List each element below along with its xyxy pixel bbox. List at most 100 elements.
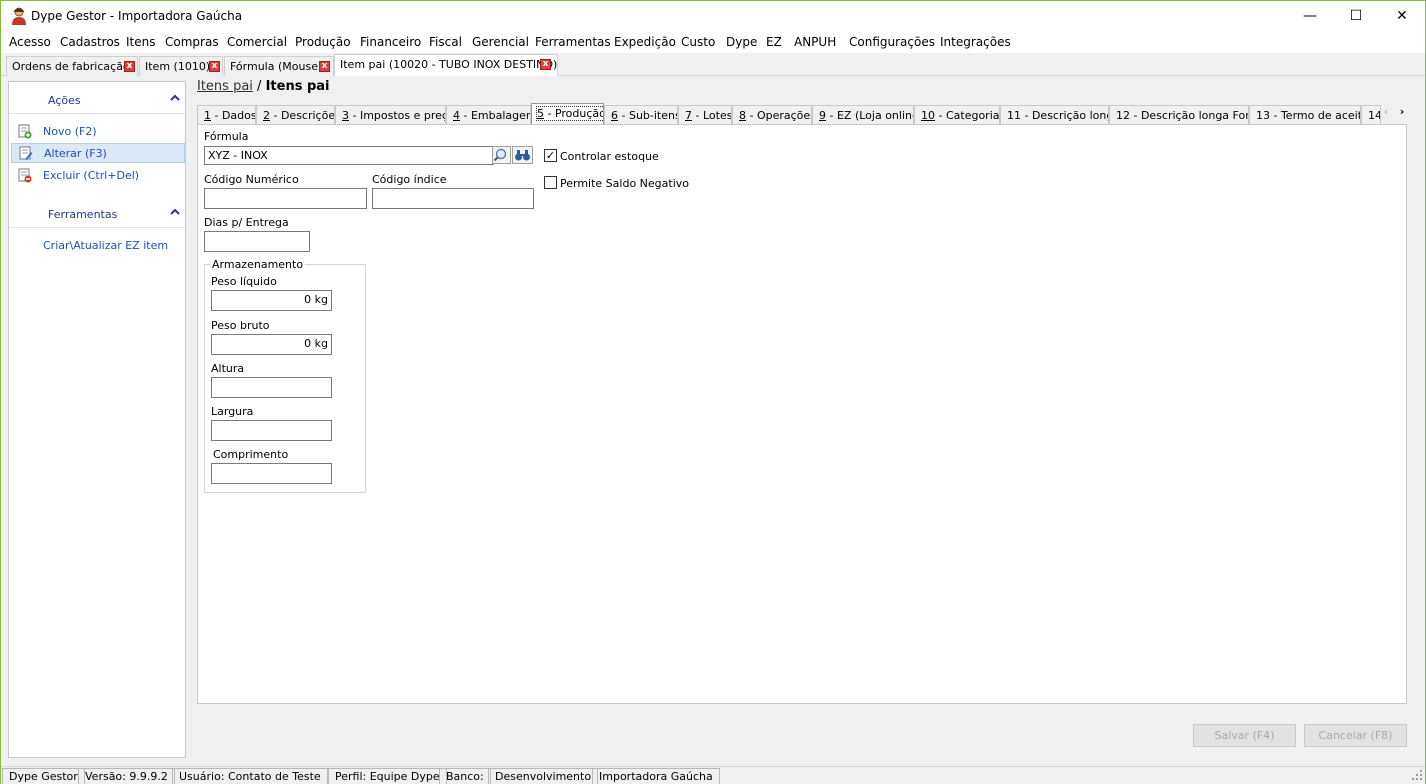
menu-cadastros[interactable]: Cadastros (60, 35, 120, 49)
tab-descricoes[interactable]: 2 - Descrições (256, 105, 335, 125)
tab-label: - Dados (211, 109, 256, 122)
menu-anpuh[interactable]: ANPUH (794, 35, 836, 49)
menu-comercial[interactable]: Comercial (227, 35, 287, 49)
formula-search-button[interactable] (492, 146, 511, 164)
menu-financeiro[interactable]: Financeiro (360, 35, 421, 49)
sidebar-item-novo[interactable]: Novo (F2) (11, 122, 185, 142)
menu-gerencial[interactable]: Gerencial (472, 35, 529, 49)
sidebar-item-label: Criar\Atualizar EZ item (43, 239, 169, 252)
save-button[interactable]: Salvar (F4) (1193, 724, 1296, 747)
tab-lotes[interactable]: 7 - Lotes (678, 105, 732, 125)
maximize-button[interactable]: ☐ (1333, 1, 1379, 31)
breadcrumb-link[interactable]: Itens pai (197, 79, 253, 94)
tab-descricao-longa[interactable]: 11 - Descrição longa (1000, 105, 1109, 125)
tab-producao[interactable]: 5 - Produção (531, 103, 604, 125)
chevron-up-icon[interactable] (169, 206, 181, 218)
controlar-estoque-checkbox[interactable]: ✓ (544, 149, 557, 162)
tab-ez-loja[interactable]: 9 - EZ (Loja online) (812, 105, 914, 125)
codigo-numerico-field[interactable] (204, 188, 367, 209)
codigo-indice-label: Código índice (372, 173, 447, 186)
menu-fiscal[interactable]: Fiscal (429, 35, 462, 49)
edit-doc-icon (19, 146, 33, 160)
tab-number: 5 (537, 107, 544, 120)
status-bar: Dype Gestor Versão: 9.9.9.2 Usuário: Con… (1, 766, 1425, 784)
menu-producao[interactable]: Produção (295, 35, 351, 49)
menu-itens[interactable]: Itens (126, 35, 155, 49)
cancel-button[interactable]: Cancelar (F8) (1304, 724, 1407, 747)
chevron-up-icon[interactable] (169, 92, 181, 104)
dias-entrega-label: Dias p/ Entrega (204, 216, 289, 229)
tab-label: - EZ (Loja online) (826, 109, 914, 122)
menu-compras[interactable]: Compras (165, 35, 219, 49)
peso-liquido-field[interactable]: 0 kg (211, 290, 332, 311)
ferramentas-header[interactable]: Ferramentas (9, 202, 185, 228)
codigo-numerico-label: Código Numérico (204, 173, 299, 186)
menu-configuracoes[interactable]: Configurações (849, 35, 935, 49)
tab-close-icon[interactable]: x (540, 59, 551, 70)
resize-grip-icon[interactable] (1411, 769, 1423, 781)
tab-operacoes[interactable]: 8 - Operações (732, 105, 812, 125)
permite-saldo-checkbox[interactable] (544, 176, 557, 189)
tab-scroll-left-icon[interactable]: ‹ (1379, 105, 1393, 119)
page-title: Itens pai (265, 79, 330, 94)
sidebar-item-excluir[interactable]: Excluir (Ctrl+Del) (11, 166, 185, 186)
tab-descricao-longa-fonte[interactable]: 12 - Descrição longa Fonte (1109, 105, 1249, 125)
ferramentas-header-label: Ferramentas (48, 208, 118, 221)
delete-doc-icon (18, 168, 32, 183)
peso-bruto-label: Peso bruto (211, 319, 270, 332)
codigo-indice-field[interactable] (372, 188, 534, 209)
menu-custo[interactable]: Custo (681, 35, 715, 49)
doc-tab-ordens[interactable]: Ordens de fabricação x (6, 56, 138, 76)
menu-expedicao[interactable]: Expedição (614, 35, 676, 49)
actions-sidebar: Ações Novo (F2) Alterar (F3) Excluir (Ct… (8, 81, 186, 758)
sidebar-item-alterar[interactable]: Alterar (F3) (11, 143, 185, 163)
tab-label: - Embalagens (460, 109, 531, 122)
largura-field[interactable] (211, 420, 332, 441)
tab-impostos[interactable]: 3 - Impostos e preço (335, 105, 446, 125)
peso-bruto-field[interactable]: 0 kg (211, 334, 332, 355)
comprimento-field[interactable] (211, 463, 332, 484)
tab-close-icon[interactable]: x (319, 61, 330, 72)
doc-tab-item-pai[interactable]: Item pai (10020 - TUBO INOX DESTINO) x (334, 54, 558, 76)
menu-integracoes[interactable]: Integrações (940, 35, 1011, 49)
tab-close-icon[interactable]: x (209, 61, 220, 72)
doc-tab-formula[interactable]: Fórmula (Mouse) x (224, 56, 334, 76)
tab-embalagens[interactable]: 4 - Embalagens (446, 105, 531, 125)
status-db-value: Desenvolvimento (488, 768, 599, 784)
menu-acesso[interactable]: Acesso (9, 35, 51, 49)
sidebar-item-criar-ez[interactable]: Criar\Atualizar EZ item (11, 236, 185, 256)
dias-entrega-field[interactable] (204, 231, 310, 252)
formula-binoculars-button[interactable] (512, 146, 533, 164)
formula-field[interactable]: XYZ - INOX (204, 146, 494, 165)
altura-field[interactable] (211, 377, 332, 398)
tab-label: - Sub-itens (618, 109, 678, 122)
tab-close-icon[interactable]: x (124, 61, 135, 72)
largura-label: Largura (211, 405, 254, 418)
status-company: Importadora Gaúcha (592, 768, 720, 784)
tab-scroll-right-icon[interactable]: › (1395, 105, 1409, 119)
tab-14[interactable]: 14 (1361, 105, 1381, 125)
altura-label: Altura (211, 362, 245, 375)
tab-sub-itens[interactable]: 6 - Sub-itens (604, 105, 678, 125)
production-panel (197, 124, 1407, 704)
doc-tab-label: Item pai (10020 - TUBO INOX DESTINO) (340, 58, 558, 71)
menu-ez[interactable]: EZ (766, 35, 782, 49)
app-window: Dype Gestor - Importadora Gaúcha — ☐ ✕ A… (0, 0, 1426, 784)
status-app: Dype Gestor (2, 768, 85, 784)
sidebar-item-label: Excluir (Ctrl+Del) (43, 169, 140, 182)
tab-categorias[interactable]: 10 - Categorias (914, 105, 1000, 125)
tab-number: 4 (453, 109, 460, 122)
acoes-header-label: Ações (48, 94, 81, 107)
page-tabs: 1 - Dados 2 - Descrições 3 - Impostos e … (197, 103, 1407, 125)
minimize-button[interactable]: — (1287, 1, 1333, 31)
comprimento-label: Comprimento (213, 448, 289, 461)
doc-tab-item[interactable]: Item (1010) x (139, 56, 223, 76)
menu-dype[interactable]: Dype (726, 35, 757, 49)
menu-ferramentas[interactable]: Ferramentas (535, 35, 611, 49)
tab-number: 6 (611, 109, 618, 122)
tab-termo-aceite[interactable]: 13 - Termo de aceite (1249, 105, 1361, 125)
tab-label: 11 - Descrição longa (1007, 109, 1109, 122)
acoes-header[interactable]: Ações (9, 88, 185, 114)
tab-dados[interactable]: 1 - Dados (197, 105, 256, 125)
close-button[interactable]: ✕ (1379, 1, 1425, 31)
